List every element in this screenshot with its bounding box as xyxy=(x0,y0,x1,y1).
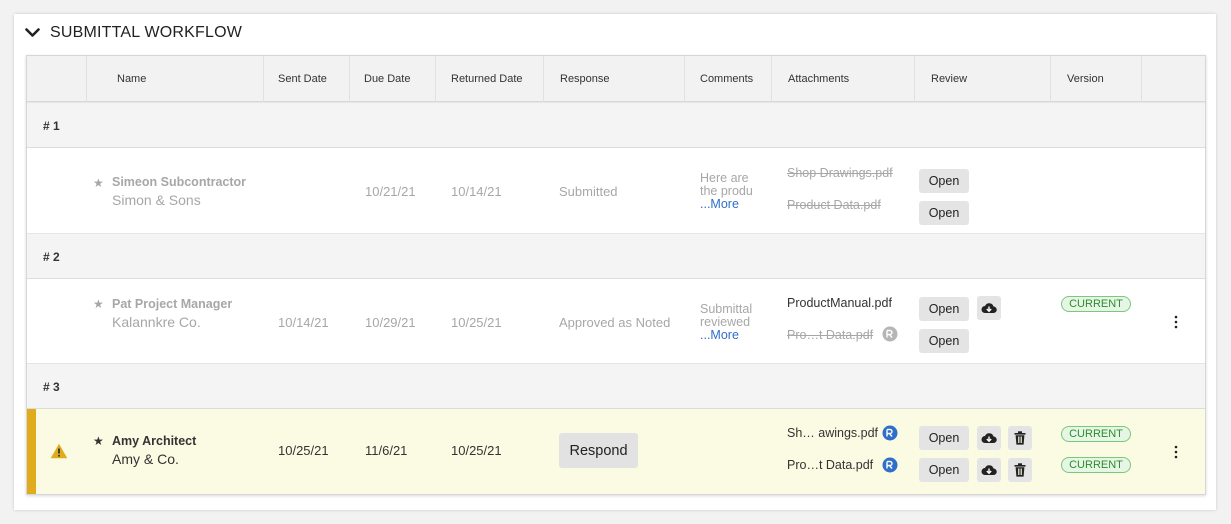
open-button[interactable]: Open xyxy=(919,201,969,225)
header-sent-date[interactable]: Sent Date xyxy=(263,56,349,102)
star-icon: ★ xyxy=(93,434,104,448)
reviewer-company: Simon & Sons xyxy=(112,192,201,208)
open-button[interactable]: Open xyxy=(919,458,969,482)
comment-more-link[interactable]: ...More xyxy=(700,198,764,211)
reviewer-company: Amy & Co. xyxy=(112,451,179,467)
response-text: Submitted xyxy=(559,184,618,199)
table-row: ★ Amy Architect Amy & Co. 10/25/21 11/6/… xyxy=(27,409,1205,494)
returned-date: 10/25/21 xyxy=(451,443,502,458)
markup-icon[interactable] xyxy=(882,457,898,473)
header-returned-date[interactable]: Returned Date xyxy=(435,56,543,102)
comment-preview: Here are the produ ...More xyxy=(700,172,764,211)
header-version[interactable]: Version xyxy=(1050,56,1141,102)
markup-icon[interactable] xyxy=(882,326,898,342)
returned-date: 10/14/21 xyxy=(451,184,502,199)
table-row: ★ Pat Project Manager Kalannkre Co. 10/1… xyxy=(27,279,1205,364)
due-date: 10/29/21 xyxy=(365,315,416,330)
open-button[interactable]: Open xyxy=(919,329,969,353)
group-header: # 3 xyxy=(27,363,1205,409)
header-due-date[interactable]: Due Date xyxy=(349,56,435,102)
table-header: Name Sent Date Due Date Returned Date Re… xyxy=(27,56,1205,102)
group-label: # 2 xyxy=(43,250,60,264)
section-header[interactable]: SUBMITTAL WORKFLOW xyxy=(25,22,242,44)
open-button[interactable]: Open xyxy=(919,297,969,321)
trash-icon xyxy=(1014,431,1026,445)
kebab-menu-icon[interactable] xyxy=(1173,445,1179,459)
sent-date: 10/25/21 xyxy=(278,443,329,458)
warning-icon xyxy=(50,443,68,459)
open-button[interactable]: Open xyxy=(919,169,969,193)
chevron-down-icon[interactable] xyxy=(25,28,40,38)
version-badge: CURRENT xyxy=(1061,457,1131,473)
download-button[interactable] xyxy=(977,296,1001,320)
response-text: Approved as Noted xyxy=(559,315,671,330)
header-actions xyxy=(1141,56,1205,102)
returned-date: 10/25/21 xyxy=(451,315,502,330)
reviewer-company: Kalannkre Co. xyxy=(112,314,201,330)
delete-button[interactable] xyxy=(1008,426,1032,450)
cloud-download-icon xyxy=(981,465,997,475)
markup-icon[interactable] xyxy=(882,425,898,441)
header-status xyxy=(27,56,86,102)
group-header: # 1 xyxy=(27,102,1205,148)
download-button[interactable] xyxy=(977,426,1001,450)
group-label: # 3 xyxy=(43,380,60,394)
star-icon: ★ xyxy=(93,176,104,190)
section-title: SUBMITTAL WORKFLOW xyxy=(50,24,243,41)
header-response[interactable]: Response xyxy=(543,56,684,102)
download-button[interactable] xyxy=(977,458,1001,482)
attachment-link[interactable]: ProductManual.pdf xyxy=(787,296,892,310)
attachment-link[interactable]: Sh… awings.pdf xyxy=(787,426,878,440)
cloud-download-icon xyxy=(981,303,997,313)
attachment-link[interactable]: Pro…t Data.pdf xyxy=(787,458,873,472)
group-header: # 2 xyxy=(27,233,1205,279)
delete-button[interactable] xyxy=(1008,458,1032,482)
header-comments[interactable]: Comments xyxy=(684,56,771,102)
attachment-link[interactable]: Shop Drawings.pdf xyxy=(787,166,893,180)
header-attachments[interactable]: Attachments xyxy=(771,56,914,102)
due-date: 11/6/21 xyxy=(365,443,408,458)
reviewer-name: Amy Architect xyxy=(112,434,197,448)
version-badge: CURRENT xyxy=(1061,426,1131,442)
attachment-link[interactable]: Pro…t Data.pdf xyxy=(787,328,873,342)
header-review[interactable]: Review xyxy=(914,56,1050,102)
trash-icon xyxy=(1014,463,1026,477)
due-date: 10/21/21 xyxy=(365,184,416,199)
reviewer-name: Simeon Subcontractor xyxy=(112,175,247,189)
attachment-link[interactable]: Product Data.pdf xyxy=(787,198,881,212)
group-label: # 1 xyxy=(43,119,60,133)
reviewer-name: Pat Project Manager xyxy=(112,297,233,311)
header-name[interactable]: Name xyxy=(86,56,263,102)
comment-more-link[interactable]: ...More xyxy=(700,329,764,342)
version-badge: CURRENT xyxy=(1061,296,1131,312)
submittal-workflow-card: SUBMITTAL WORKFLOW Name Sent Date Due Da… xyxy=(14,14,1216,510)
respond-button[interactable]: Respond xyxy=(559,433,638,468)
star-icon: ★ xyxy=(93,297,104,311)
open-button[interactable]: Open xyxy=(919,426,969,450)
active-row-indicator xyxy=(27,409,36,494)
workflow-table: Name Sent Date Due Date Returned Date Re… xyxy=(26,55,1206,495)
sent-date: 10/14/21 xyxy=(278,315,329,330)
cloud-download-icon xyxy=(981,433,997,443)
table-row: ★ Simeon Subcontractor Simon & Sons 10/2… xyxy=(27,148,1205,233)
kebab-menu-icon[interactable] xyxy=(1173,315,1179,329)
comment-preview: Submittal reviewed ...More xyxy=(700,303,764,342)
